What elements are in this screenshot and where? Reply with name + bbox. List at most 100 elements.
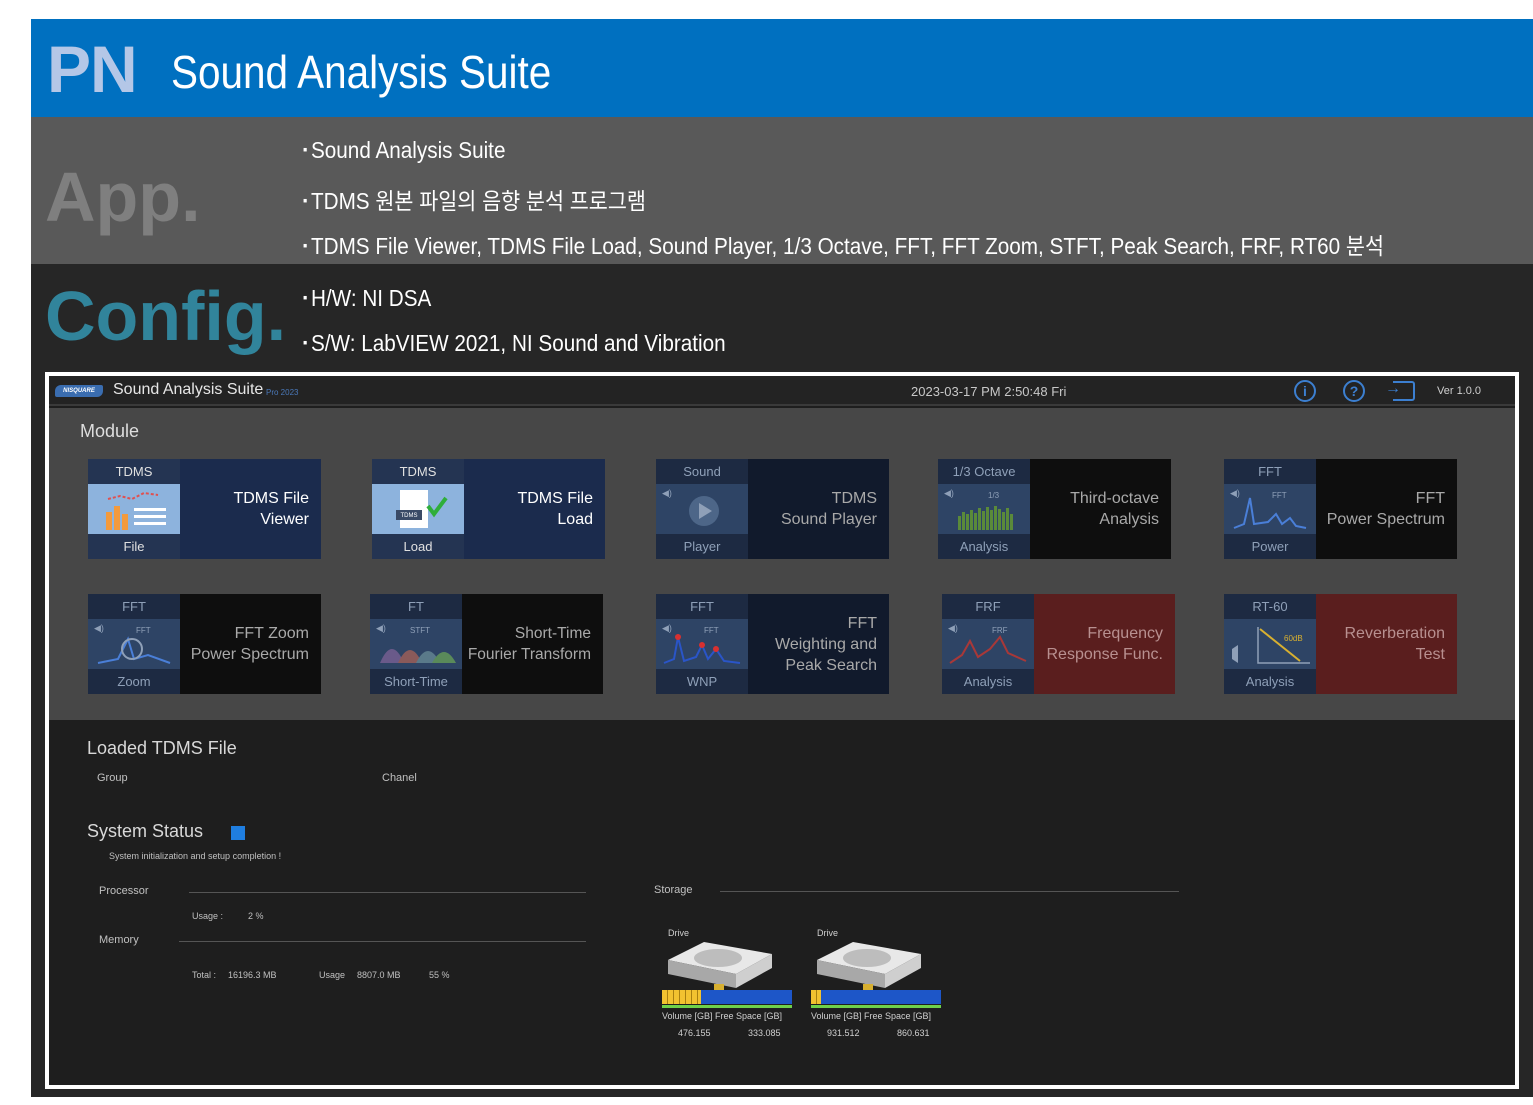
app-bullet: Sound Analysis Suite <box>303 137 505 164</box>
app-frame: NISQUARE Sound Analysis Suite Pro 2023 2… <box>31 369 1533 1097</box>
tile-fft-weighting[interactable]: FFT ◀) FFT WNP FFT Weighting and Peak Se… <box>656 594 889 694</box>
tile-tdms-file-viewer[interactable]: TDMS File TDMS File Viewer <box>88 459 321 559</box>
title-band: PN Sound Analysis Suite <box>31 19 1533 117</box>
hard-drive-icon <box>817 942 921 990</box>
info-icon[interactable]: i <box>1294 380 1316 402</box>
svg-text:◀): ◀) <box>948 623 958 633</box>
frf-icon: ◀) FRF <box>942 619 1034 669</box>
tile-top-label: FT <box>408 599 424 614</box>
loaded-file-heading: Loaded TDMS File <box>87 738 237 758</box>
svg-text:◀): ◀) <box>1230 488 1240 498</box>
tile-top-label: FFT <box>122 599 146 614</box>
config-bullet: S/W: LabVIEW 2021, NI Sound and Vibratio… <box>303 330 726 357</box>
drive-widget: Drive Volume [GB] Free Space [GB] 931.51… <box>811 928 941 1038</box>
tile-third-octave[interactable]: 1/3 Octave ◀) 1/3 Analysis Third-octave … <box>938 459 1171 559</box>
tile-art-text: FFT <box>136 626 151 635</box>
version-label: Ver 1.0.0 <box>1437 385 1482 397</box>
nisquare-logo: NISQUARE <box>55 385 103 397</box>
tile-title: FFT Power Spectrum <box>1316 459 1457 559</box>
tile-tdms-file-load[interactable]: TDMS TDMS Load TDMS File Load <box>372 459 605 559</box>
svg-text:◀): ◀) <box>944 488 954 498</box>
cpu-usage-label: Usage : <box>192 911 224 921</box>
slide-title: Sound Analysis Suite <box>171 46 552 98</box>
tile-frf[interactable]: FRF ◀) FRF Analysis Frequency Response F… <box>942 594 1175 694</box>
drive-free-space: 333.085 <box>748 1028 781 1038</box>
svg-text:◀): ◀) <box>662 623 672 633</box>
svg-text:◀): ◀) <box>376 623 386 633</box>
tile-top-label: FFT <box>690 599 714 614</box>
app-title: Sound Analysis Suite <box>113 381 264 398</box>
tile-title: FFT Zoom Power Spectrum <box>180 594 321 694</box>
drive-volume: 931.512 <box>827 1028 860 1038</box>
config-label: Config. <box>45 277 287 355</box>
drive-caption: Volume [GB] Free Space [GB] <box>811 1011 932 1021</box>
divider <box>720 891 1179 892</box>
hard-drive-icon <box>668 942 772 990</box>
tile-title: Reverberation Test <box>1316 594 1457 694</box>
tile-art-text: 1/3 <box>988 491 1000 500</box>
zoom-icon: ◀) FFT <box>88 619 180 669</box>
tile-title: FFT Weighting and Peak Search <box>748 594 889 694</box>
tile-side: Sound ◀) Player <box>656 459 748 559</box>
tile-bottom-label: Zoom <box>117 674 151 689</box>
tile-art-text: 60dB <box>1284 634 1303 643</box>
drive-free-bar <box>811 1005 941 1008</box>
app-titlebar: NISQUARE Sound Analysis Suite Pro 2023 2… <box>49 376 1515 406</box>
tile-side: FFT ◀) FFT WNP <box>656 594 748 694</box>
tile-side: FFT ◀) FFT Zoom <box>88 594 180 694</box>
tile-top-label: 1/3 Octave <box>952 464 1016 479</box>
drive-usage-bar <box>811 990 941 1004</box>
file-load-icon: TDMS <box>372 484 464 534</box>
tile-top-label: TDMS <box>115 464 153 479</box>
config-bullet: H/W: NI DSA <box>303 285 431 312</box>
octave-spectrum-icon: ◀) 1/3 <box>938 484 1030 534</box>
fft-spectrum-icon: ◀) FFT <box>1224 484 1316 534</box>
tile-sound-player[interactable]: Sound ◀) Player TDMS Sound Player <box>656 459 889 559</box>
tile-bottom-label: Power <box>1251 539 1289 554</box>
tile-side: FFT ◀) FFT Power <box>1224 459 1316 559</box>
tile-top-label: TDMS <box>399 464 437 479</box>
drive-usage-bar <box>662 990 792 1004</box>
drive-free-space: 860.631 <box>897 1028 930 1038</box>
memory-usage-label: Usage <box>319 970 346 980</box>
tile-title: Third-octave Analysis <box>1030 459 1171 559</box>
tile-side: TDMS File <box>88 459 180 559</box>
module-heading: Module <box>80 421 140 441</box>
drive-label: Drive <box>668 928 690 938</box>
drive-volume: 476.155 <box>678 1028 711 1038</box>
help-icon[interactable]: ? <box>1343 380 1365 402</box>
tile-top-label: FRF <box>975 599 1001 614</box>
tile-side: TDMS TDMS Load <box>372 459 464 559</box>
drive-caption: Volume [GB] Free Space [GB] <box>662 1011 783 1021</box>
pn-label: PN <box>47 32 138 106</box>
tile-art-text: TDMS <box>401 513 418 519</box>
drive-widget: Drive Volume [GB] Free Space [GB] 476.15… <box>662 928 792 1038</box>
file-viewer-icon <box>88 484 180 534</box>
memory-percent: 55 % <box>429 970 450 980</box>
tile-bottom-label: Analysis <box>959 539 1009 554</box>
divider <box>179 941 586 942</box>
tile-title: TDMS Sound Player <box>748 459 889 559</box>
tile-stft[interactable]: FT ◀) STFT Short-Time Short-Time Fourier… <box>370 594 603 694</box>
app-band: App. Sound Analysis Suite TDMS 원본 파일의 음향… <box>31 117 1533 264</box>
exit-icon[interactable] <box>1385 380 1415 401</box>
tile-art-text: FFT <box>1272 491 1287 500</box>
drive-usage-fill <box>811 990 822 1004</box>
play-icon: ◀) <box>656 484 748 534</box>
svg-text:◀): ◀) <box>662 488 672 498</box>
tile-title: Short-Time Fourier Transform <box>462 594 603 694</box>
tile-bottom-label: File <box>123 539 145 554</box>
tile-top-label: FFT <box>1258 464 1282 479</box>
status-message: System initialization and setup completi… <box>109 851 282 861</box>
tile-bottom-label: WNP <box>686 674 718 689</box>
tile-fft-power[interactable]: FFT ◀) FFT Power FFT Power Spectrum <box>1224 459 1457 559</box>
tile-rt60[interactable]: RT-60 60dB Analysis Reverberation Test <box>1224 594 1457 694</box>
group-label: Group <box>97 772 128 784</box>
app-label: App. <box>45 158 201 236</box>
tile-fft-zoom[interactable]: FFT ◀) FFT Zoom FFT Zoom Power Spectrum <box>88 594 321 694</box>
stft-icon: ◀) STFT <box>370 619 462 669</box>
tile-side: FRF ◀) FRF Analysis <box>942 594 1034 694</box>
app-bullet: TDMS 원본 파일의 음향 분석 프로그램 <box>303 182 646 216</box>
tile-bottom-label: Analysis <box>1245 674 1295 689</box>
tile-bottom-label: Player <box>683 539 721 554</box>
